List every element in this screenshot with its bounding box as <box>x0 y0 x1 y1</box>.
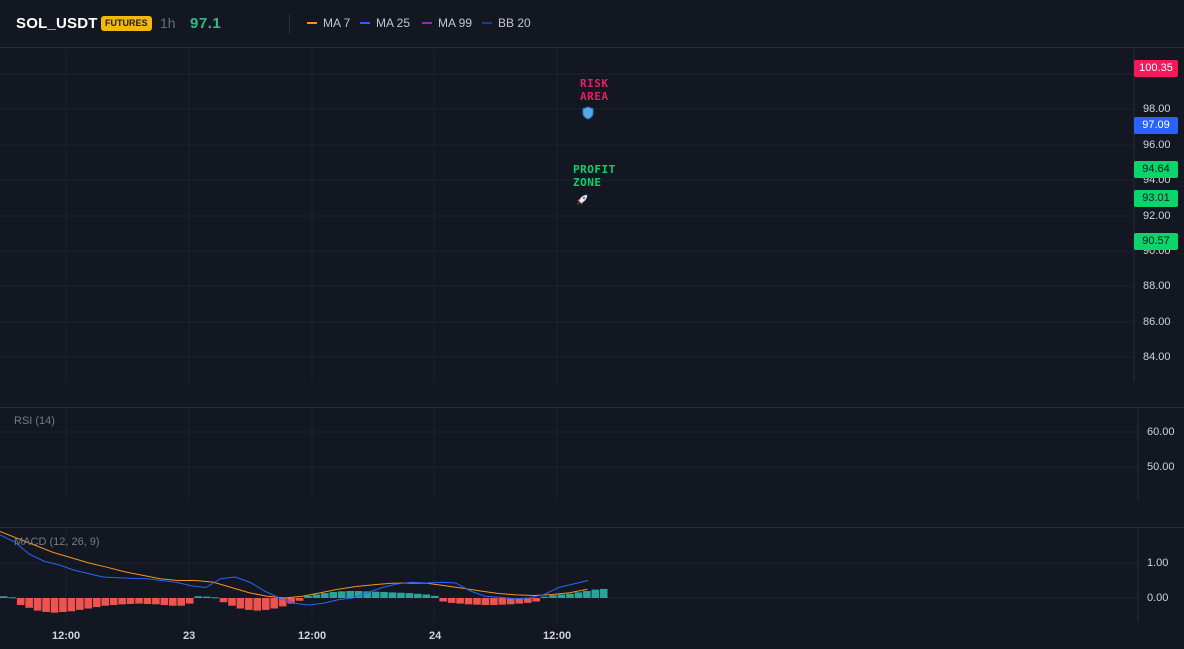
macd-histogram-bar <box>397 592 405 598</box>
macd-histogram-bar <box>523 598 532 603</box>
macd-histogram-bar <box>92 598 101 608</box>
macd-histogram-bar <box>185 598 194 604</box>
macd-histogram-bar <box>16 598 25 605</box>
time-tick: 12:00 <box>543 630 572 642</box>
y-tick: 86.00 <box>1143 316 1171 328</box>
macd-histogram-bar <box>160 598 169 605</box>
macd-histogram-bar <box>473 598 481 605</box>
macd-histogram-bar <box>109 598 118 605</box>
macd-histogram-bar <box>380 592 388 598</box>
macd-histogram-bar <box>101 598 109 606</box>
macd-histogram-bar <box>261 598 270 610</box>
macd-histogram-bar <box>25 598 33 608</box>
macd-histogram-bar <box>591 589 600 598</box>
macd-histogram-bar <box>219 598 228 603</box>
macd-histogram-bar <box>456 598 464 604</box>
time-tick: 24 <box>429 630 442 642</box>
macd-histogram-bar <box>118 598 126 605</box>
macd-histogram <box>0 588 608 613</box>
risk-area-label-line2: AREA <box>580 90 609 103</box>
macd-histogram-bar <box>236 598 245 609</box>
y-tick: 92.00 <box>1143 210 1171 222</box>
macd-histogram-bar <box>321 593 329 598</box>
macd-histogram-bar <box>464 598 473 605</box>
macd-y-tick: 1.00 <box>1147 557 1169 569</box>
macd-histogram-bar <box>414 593 422 598</box>
macd-histogram-bar <box>532 598 540 602</box>
macd-histogram-bar <box>295 598 304 601</box>
grid-lines <box>0 49 1139 622</box>
macd-histogram-bar <box>447 598 456 603</box>
macd-histogram-bar <box>253 598 262 611</box>
macd-histogram-bar <box>50 598 59 613</box>
macd-histogram-bar <box>599 588 608 598</box>
macd-histogram-bar <box>490 598 498 605</box>
profit-zone-annotation[interactable]: PROFIT ZONE <box>573 163 616 189</box>
price-tag-target-2: 93.01 <box>1134 190 1178 207</box>
macd-histogram-bar <box>126 598 135 604</box>
macd-histogram-bar <box>540 596 549 598</box>
macd-histogram-bar <box>498 598 507 605</box>
profit-zone-label-line2: ZONE <box>573 176 602 189</box>
macd-histogram-bar <box>177 598 186 606</box>
macd-histogram-bar <box>143 598 152 604</box>
y-tick: 98.00 <box>1143 103 1171 115</box>
macd-histogram-bar <box>388 592 397 598</box>
macd-histogram-bar <box>481 598 490 605</box>
y-tick: 84.00 <box>1143 351 1171 363</box>
macd-histogram-bar <box>152 598 160 605</box>
macd-histogram-bar <box>84 598 93 609</box>
risk-area-label-line1: RISK <box>580 77 609 90</box>
macd-histogram-bar <box>135 598 143 604</box>
macd-histogram-bar <box>245 598 253 610</box>
price-tag-current: 97.09 <box>1134 117 1178 134</box>
macd-histogram-bar <box>211 597 219 599</box>
shield-icon <box>582 106 594 120</box>
macd-histogram-bar <box>312 594 321 598</box>
macd-histogram-bar <box>42 598 50 612</box>
macd-histogram-bar <box>0 596 8 598</box>
macd-histogram-bar <box>574 592 583 598</box>
price-tag-risk: 100.35 <box>1134 60 1178 77</box>
rsi-pane-divider[interactable] <box>0 407 1184 408</box>
rsi-y-tick: 60.00 <box>1147 426 1175 438</box>
macd-histogram-bar <box>329 592 338 598</box>
macd-y-tick: 0.00 <box>1147 592 1169 604</box>
rocket-icon <box>577 194 588 205</box>
rsi-pane-label: RSI (14) <box>14 415 55 427</box>
macd-histogram-bar <box>59 598 67 612</box>
time-tick: 12:00 <box>52 630 81 642</box>
macd-histogram-bar <box>566 593 574 598</box>
macd-histogram-bar <box>67 598 76 612</box>
macd-histogram-bar <box>439 598 447 602</box>
macd-histogram-bar <box>430 595 439 598</box>
profit-zone-label-line1: PROFIT <box>573 163 616 176</box>
macd-histogram-bar <box>405 593 414 598</box>
macd-histogram-bar <box>228 598 236 606</box>
price-tag-target-3: 90.57 <box>1134 233 1178 250</box>
macd-histogram-bar <box>194 596 202 598</box>
macd-histogram-bar <box>202 596 211 598</box>
macd-histogram-bar <box>169 598 177 606</box>
y-tick: 88.00 <box>1143 280 1171 292</box>
macd-histogram-bar <box>557 594 566 598</box>
macd-histogram-bar <box>422 594 431 598</box>
macd-pane-label: MACD (12, 26, 9) <box>14 536 100 548</box>
macd-histogram-bar <box>371 591 380 598</box>
y-tick: 96.00 <box>1143 139 1171 151</box>
macd-histogram-bar <box>346 591 355 598</box>
time-tick: 23 <box>183 630 196 642</box>
macd-pane-divider[interactable] <box>0 527 1184 528</box>
macd-histogram-bar <box>338 591 346 598</box>
macd-histogram-bar <box>76 598 84 610</box>
price-tag-target-1: 94.64 <box>1134 161 1178 178</box>
macd-histogram-bar <box>583 591 591 598</box>
macd-histogram-bar <box>8 597 17 599</box>
macd-histogram-bar <box>33 598 42 611</box>
rsi-y-tick: 50.00 <box>1147 461 1175 473</box>
macd-histogram-bar <box>549 595 557 598</box>
risk-area-annotation[interactable]: RISK AREA <box>580 77 609 103</box>
time-tick: 12:00 <box>298 630 327 642</box>
macd-histogram-bar <box>270 598 278 609</box>
